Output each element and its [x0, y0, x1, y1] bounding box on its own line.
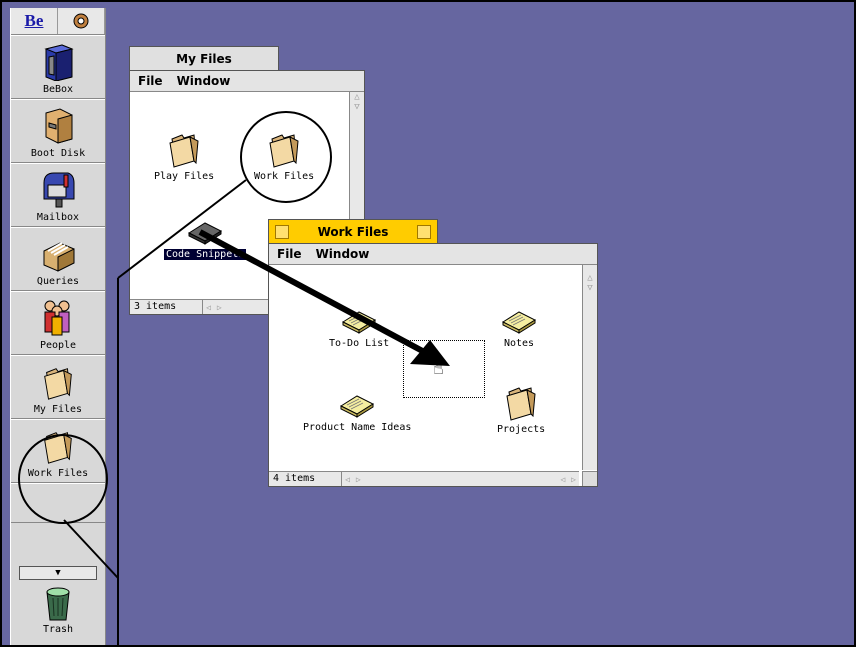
callout-line	[117, 179, 247, 279]
callout-line	[63, 519, 119, 579]
annotation-overlay	[63, 179, 450, 647]
drag-arrow-icon	[198, 229, 432, 358]
drag-arrow-head-icon	[410, 340, 450, 366]
